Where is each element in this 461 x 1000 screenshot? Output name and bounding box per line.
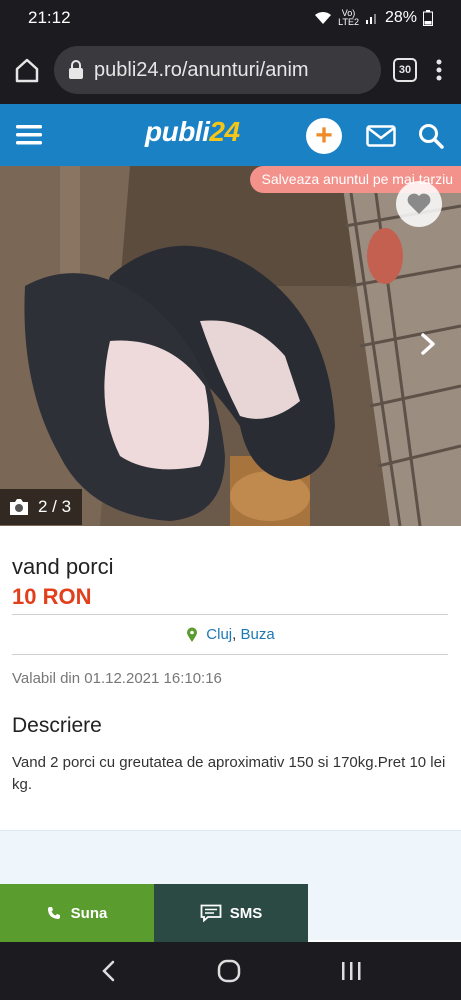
status-indicators: Vo) LTE2 28% bbox=[314, 9, 433, 27]
status-bar: 21:12 Vo) LTE2 28% bbox=[0, 0, 461, 36]
mail-icon[interactable] bbox=[366, 125, 396, 147]
add-listing-button[interactable]: + bbox=[306, 118, 342, 154]
home-icon[interactable] bbox=[12, 55, 42, 85]
description-heading: Descriere bbox=[12, 714, 102, 737]
sms-button-label: SMS bbox=[229, 904, 263, 922]
favorite-button[interactable] bbox=[396, 181, 442, 227]
listing-location: Cluj, Buza bbox=[0, 626, 461, 643]
site-header: publi24 + bbox=[0, 104, 461, 166]
location-area-link[interactable]: Buza bbox=[240, 626, 274, 643]
lock-icon bbox=[69, 60, 83, 79]
location-separator: , bbox=[232, 626, 237, 643]
divider bbox=[12, 614, 448, 615]
battery-percent: 28% bbox=[384, 9, 417, 26]
back-icon[interactable] bbox=[99, 959, 119, 983]
url-text: publi24.ro/anunturi/anim bbox=[94, 58, 309, 81]
sms-icon bbox=[200, 904, 222, 922]
location-city-link[interactable]: Cluj bbox=[206, 626, 232, 643]
signal-icon bbox=[365, 14, 376, 24]
network-label-bottom: LTE2 bbox=[338, 17, 359, 27]
listing-title: vand porci bbox=[12, 554, 114, 579]
listing-price: 10 RON bbox=[12, 584, 92, 609]
camera-icon bbox=[10, 499, 28, 515]
photo-counter: 2 / 3 bbox=[0, 489, 82, 525]
tab-switcher[interactable]: 30 bbox=[393, 58, 417, 82]
chevron-right-icon[interactable] bbox=[418, 332, 438, 356]
call-button-label: Suna bbox=[70, 904, 108, 922]
recents-icon[interactable] bbox=[339, 960, 363, 982]
heart-icon bbox=[407, 193, 431, 214]
search-icon[interactable] bbox=[418, 123, 444, 149]
logo-text: publi bbox=[145, 116, 210, 147]
browser-toolbar: publi24.ro/anunturi/anim 30 bbox=[0, 36, 461, 104]
wifi-icon bbox=[315, 11, 332, 24]
address-bar[interactable]: publi24.ro/anunturi/anim bbox=[54, 46, 381, 94]
call-button[interactable]: Suna bbox=[0, 884, 154, 942]
menu-icon[interactable] bbox=[16, 124, 42, 146]
more-icon[interactable] bbox=[429, 55, 449, 85]
phone-icon bbox=[47, 907, 60, 919]
description-text: Vand 2 porci cu greutatea de aproximativ… bbox=[12, 754, 446, 793]
plus-icon: + bbox=[315, 119, 333, 152]
photo-counter-text: 2 / 3 bbox=[38, 497, 72, 516]
listing-photo bbox=[0, 166, 461, 526]
status-time: 21:12 bbox=[28, 8, 71, 27]
photo-gallery[interactable]: Salveaza anuntul pe mai tarziu bbox=[0, 166, 461, 526]
sms-button[interactable]: SMS bbox=[154, 884, 308, 942]
network-type: Vo) LTE2 bbox=[338, 9, 359, 27]
site-logo[interactable]: publi24 bbox=[145, 116, 240, 148]
listing-valid-date: Valabil din 01.12.2021 16:10:16 bbox=[12, 670, 222, 687]
location-pin-icon bbox=[187, 627, 198, 642]
system-nav-bar bbox=[0, 942, 461, 1000]
home-circle-icon[interactable] bbox=[216, 958, 242, 984]
divider bbox=[12, 654, 448, 655]
battery-icon bbox=[423, 10, 433, 26]
logo-accent: 24 bbox=[209, 116, 240, 147]
